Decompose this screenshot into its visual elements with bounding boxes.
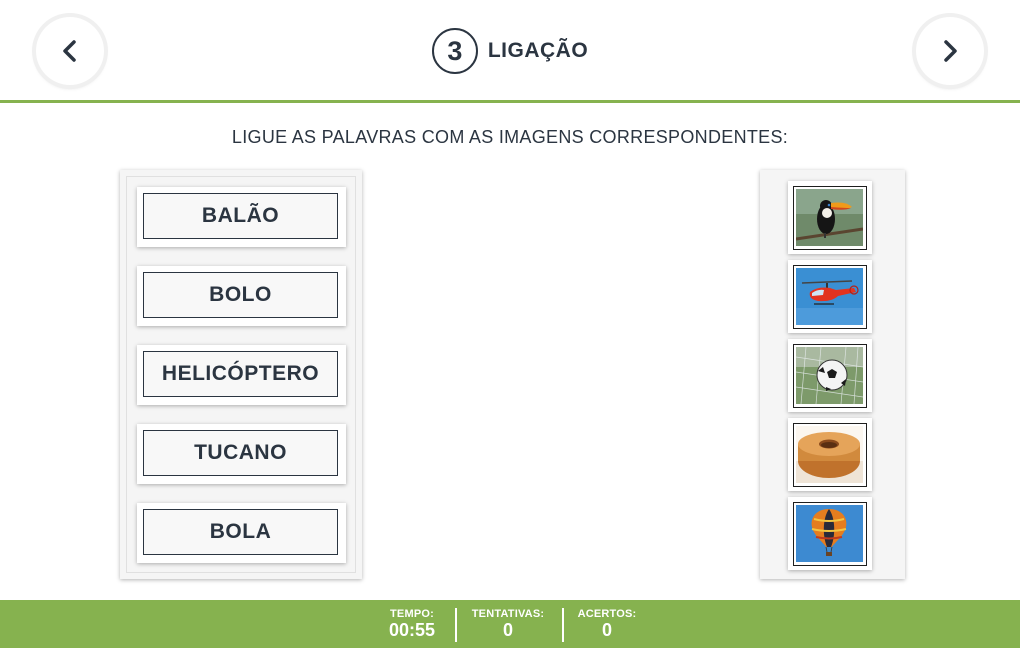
page-title: LIGAÇÃO: [487, 39, 589, 62]
divider: [562, 608, 564, 642]
divider: [455, 608, 457, 642]
time-label: TEMPO:: [390, 608, 434, 620]
image-frame: [793, 344, 867, 408]
image-card-cake[interactable]: [788, 418, 872, 491]
word-label: BALÃO: [143, 193, 338, 239]
word-label: TUCANO: [143, 430, 338, 476]
word-card-tucano[interactable]: TUCANO: [137, 424, 346, 484]
image-card-helicopter[interactable]: [788, 260, 872, 333]
word-card-bolo[interactable]: BOLO: [137, 266, 346, 326]
header: 3 LIGAÇÃO: [0, 0, 1020, 103]
cake-image: [796, 426, 863, 483]
attempts-label: TENTATIVAS:: [471, 608, 545, 620]
step-number-badge: 3: [431, 28, 478, 74]
toucan-image: [796, 189, 863, 246]
chevron-right-icon: [944, 40, 957, 62]
hot-air-balloon-image: [796, 505, 863, 562]
attempts-value: 0: [502, 620, 513, 640]
hits-stat: ACERTOS: 0: [574, 608, 640, 641]
image-frame: [793, 502, 867, 566]
word-card-bola[interactable]: BOLA: [137, 503, 346, 563]
word-label: BOLO: [143, 272, 338, 318]
words-panel-inner: BALÃO BOLO HELICÓPTERO TUCANO BOLA: [126, 176, 356, 573]
images-panel: [760, 170, 905, 579]
word-label: HELICÓPTERO: [143, 351, 338, 397]
image-frame: [793, 423, 867, 487]
image-frame: [793, 186, 867, 250]
helicopter-image: [796, 268, 863, 325]
time-value: 00:55: [388, 620, 436, 640]
word-label: BOLA: [143, 509, 338, 555]
image-card-hot-air-balloon[interactable]: [788, 497, 872, 570]
footer-stats-bar: TEMPO: 00:55 TENTATIVAS: 0 ACERTOS: 0: [0, 600, 1020, 648]
next-button[interactable]: [916, 17, 984, 85]
hits-value: 0: [601, 620, 612, 640]
activity-title: 3 LIGAÇÃO: [0, 28, 1020, 74]
word-card-helicoptero[interactable]: HELICÓPTERO: [137, 345, 346, 405]
instruction-text: LIGUE AS PALAVRAS COM AS IMAGENS CORRESP…: [231, 127, 789, 147]
attempts-stat: TENTATIVAS: 0: [466, 608, 550, 641]
hits-label: ACERTOS:: [577, 608, 637, 620]
soccer-ball-image: [796, 347, 863, 404]
time-stat: TEMPO: 00:55: [380, 608, 444, 641]
image-card-soccer-ball[interactable]: [788, 339, 872, 412]
image-card-toucan[interactable]: [788, 181, 872, 254]
word-card-balao[interactable]: BALÃO: [137, 187, 346, 247]
words-panel: BALÃO BOLO HELICÓPTERO TUCANO BOLA: [120, 170, 362, 579]
image-frame: [793, 265, 867, 329]
